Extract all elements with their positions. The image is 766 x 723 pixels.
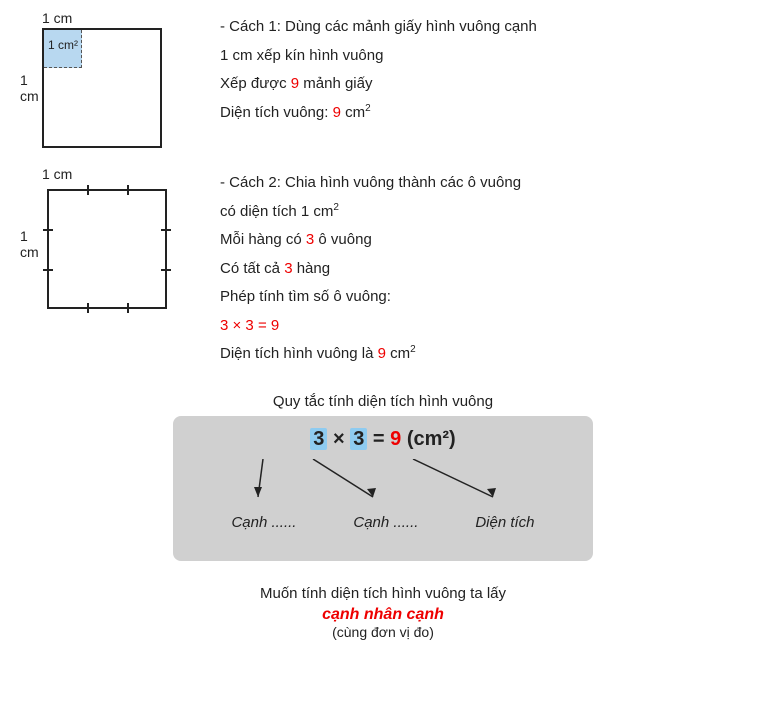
eq-3b: 3	[350, 428, 367, 450]
text-line-2-6: 3 × 3 = 9	[220, 313, 746, 339]
text-line-2-4: Có tất cả 3 hàng	[220, 256, 746, 282]
section1: 1 cm 1 cm 1 cm² - Cách 1: Dùng các mảnh …	[20, 10, 746, 148]
bottom-section: Muốn tính diện tích hình vuông ta lấy cạ…	[260, 571, 506, 641]
formula-rule-text: Quy tắc tính diện tích hình vuông	[273, 393, 493, 410]
figure-area-2: 1 cm 1 cm	[20, 166, 200, 314]
red-3-2: 3	[284, 260, 292, 277]
section2: 1 cm 1 cm	[20, 166, 746, 367]
tick-left-2	[43, 269, 53, 271]
tick-top-2	[127, 185, 129, 195]
formula-labels-row: Cạnh ...... Cạnh ...... Diện tích	[203, 514, 563, 531]
tick-right-1	[161, 229, 171, 231]
formula-section: Quy tắc tính diện tích hình vuông 3 × 3 …	[20, 393, 746, 641]
text-line-1-4: Diện tích vuông: 9 cm2	[220, 100, 746, 126]
formula-box: 3 × 3 = 9 (cm²) Cạnh ......	[173, 416, 593, 561]
bottom-line3: (cùng đơn vị đo)	[260, 624, 506, 640]
fig1-left-label: 1 cm	[20, 28, 42, 148]
red-9-1: 9	[291, 75, 299, 92]
label-dientich: Diện tích	[475, 514, 534, 531]
text-line-2-3: Mỗi hàng có 3 ô vuông	[220, 227, 746, 253]
eq-suffix: (cm²)	[407, 428, 456, 450]
text-line-1-3: Xếp được 9 mảnh giấy	[220, 71, 746, 97]
text-line-1-2: 1 cm xếp kín hình vuông	[220, 43, 746, 69]
arrows-svg	[203, 459, 563, 514]
formula-equation: 3 × 3 = 9 (cm²)	[203, 428, 563, 451]
text-line-2-1: - Cách 2: Chia hình vuông thành các ô vu…	[220, 170, 746, 196]
label-canh1: Cạnh ......	[231, 514, 296, 531]
red-9-3: 9	[378, 345, 386, 362]
inner-label-1: 1 cm²	[48, 38, 78, 52]
text-line-2-7: Diện tích hình vuông là 9 cm2	[220, 341, 746, 367]
square-box-1: 1 cm²	[42, 28, 162, 148]
fig1-top-label: 1 cm	[42, 10, 72, 26]
eq-equals: =	[373, 428, 390, 450]
eq-9: 9	[390, 428, 401, 450]
tick-bottom-2	[127, 303, 129, 313]
bottom-line2: cạnh nhân cạnh	[260, 606, 506, 624]
text-area-1: - Cách 1: Dùng các mảnh giấy hình vuông …	[220, 10, 746, 125]
bottom-line1: Muốn tính diện tích hình vuông ta lấy	[260, 581, 506, 607]
tick-bottom-1	[87, 303, 89, 313]
tick-top-1	[87, 185, 89, 195]
text-line-1-1: - Cách 1: Dùng các mảnh giấy hình vuông …	[220, 14, 746, 40]
text-line-2-5: Phép tính tìm số ô vuông:	[220, 284, 746, 310]
tick-right-2	[161, 269, 171, 271]
red-9-2: 9	[333, 104, 341, 121]
eq-times: ×	[333, 428, 350, 450]
main-container: 1 cm 1 cm 1 cm² - Cách 1: Dùng các mảnh …	[20, 10, 746, 640]
tick-left-1	[43, 229, 53, 231]
fig2-top-label: 1 cm	[42, 166, 72, 182]
text-area-2: - Cách 2: Chia hình vuông thành các ô vu…	[220, 166, 746, 367]
inner-square-1: 1 cm²	[44, 30, 82, 68]
red-3-1: 3	[306, 231, 314, 248]
label-canh2: Cạnh ......	[353, 514, 418, 531]
eq-3a: 3	[310, 428, 327, 450]
figure-area-1: 1 cm 1 cm 1 cm²	[20, 10, 200, 148]
fig2-left-label: 1 cm	[20, 184, 42, 304]
text-line-2-2: có diện tích 1 cm2	[220, 199, 746, 225]
square-box-2	[47, 189, 167, 309]
red-formula: 3 × 3 = 9	[220, 317, 279, 334]
